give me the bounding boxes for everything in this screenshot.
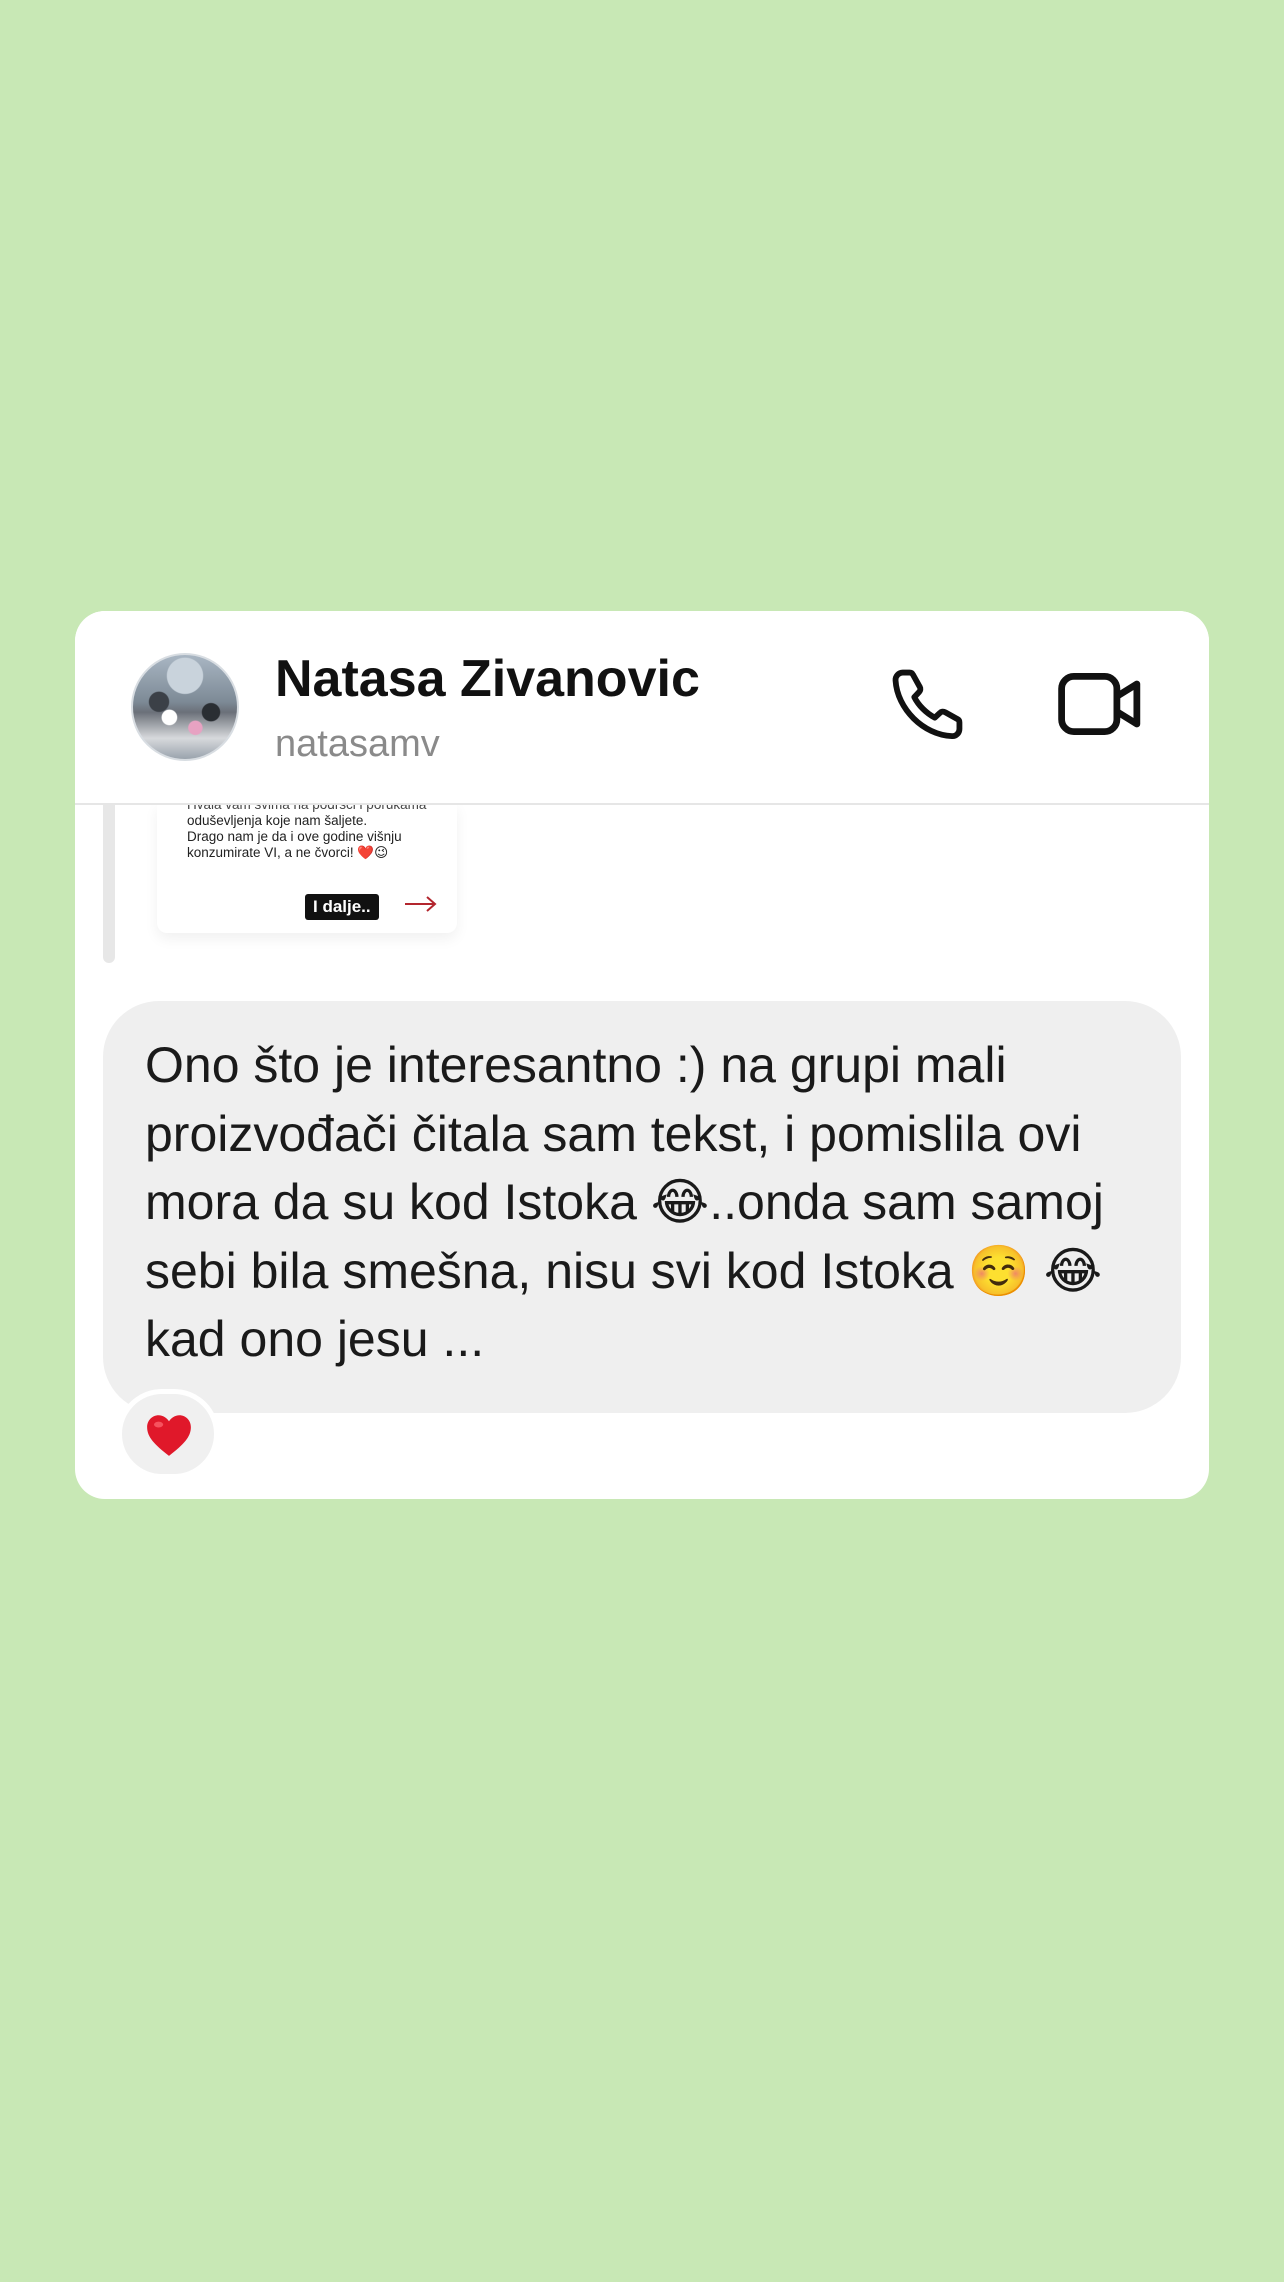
read-more-badge: I dalje..: [305, 894, 379, 920]
phone-icon[interactable]: [887, 663, 969, 745]
contact-name[interactable]: Natasa Zivanovic: [275, 649, 700, 709]
contact-username[interactable]: natasamv: [275, 723, 440, 766]
post-text-line: konzumirate VI, a ne čvorci! ❤️😉: [187, 845, 389, 860]
video-camera-icon[interactable]: [1057, 667, 1143, 741]
reply-indicator-bar: [103, 803, 115, 963]
chat-card: Natasa Zivanovic natasamv Hvala vam svim…: [75, 611, 1209, 1499]
post-text-line: oduševljenja koje nam šaljete.: [187, 813, 368, 828]
message-bubble[interactable]: Ono što je interesantno :) na grupi mali…: [103, 1001, 1181, 1413]
heart-icon: [147, 1415, 191, 1456]
post-text-line: Drago nam je da i ove godine višnju: [187, 829, 402, 844]
shared-post-preview[interactable]: Hvala vam svima na podršci i porukama od…: [157, 797, 457, 933]
reaction-badge[interactable]: [117, 1389, 219, 1479]
message-text: Ono što je interesantno :) na grupi mali…: [145, 1037, 1104, 1367]
avatar[interactable]: [131, 653, 239, 761]
chat-header: Natasa Zivanovic natasamv: [75, 611, 1209, 805]
arrow-right-icon: [405, 896, 437, 912]
